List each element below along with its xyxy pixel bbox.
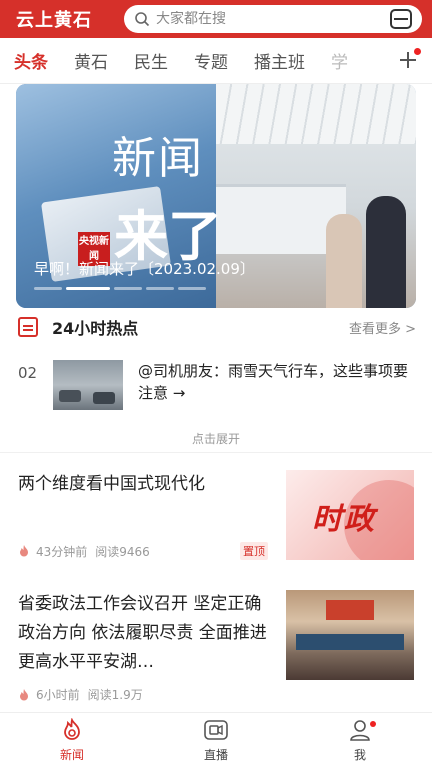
news-reads: 阅读9466 xyxy=(95,544,150,559)
bottom-nav: 新闻 直播 我 xyxy=(0,712,432,768)
app-root: 云上黄石 头条 黄石 民生 专题 播主班 学 新闻 来了 央视新闻 早啊 xyxy=(0,0,432,768)
news-title: 省委政法工作会议召开 坚定正确政治方向 依法履职尽责 全面推进更高水平平安湖… xyxy=(18,594,267,672)
pinned-badge: 置顶 xyxy=(240,542,268,560)
add-channel-icon[interactable] xyxy=(398,48,421,70)
tab-topics[interactable]: 专题 xyxy=(194,48,228,73)
divider xyxy=(0,452,432,453)
carousel-dot xyxy=(34,287,62,290)
search-input[interactable] xyxy=(156,11,390,27)
tab-huangshi[interactable]: 黄石 xyxy=(74,48,108,73)
news-thumbnail: 时政 xyxy=(286,470,414,560)
scan-menu-icon[interactable] xyxy=(390,9,412,29)
see-more-link[interactable]: 查看更多 > xyxy=(349,318,416,337)
search-icon xyxy=(135,12,150,27)
news-time: 6小时前 xyxy=(36,688,80,702)
notification-dot xyxy=(370,721,376,727)
hot-list-item[interactable]: 02 @司机朋友：雨雪天气行车，这些事项要注意 → xyxy=(18,358,416,414)
news-meta: 43分钟前 阅读9466 置顶 xyxy=(18,542,268,560)
hot-item-title: @司机朋友：雨雪天气行车，这些事项要注意 → xyxy=(138,362,409,402)
hot-list-icon xyxy=(18,317,38,337)
user-icon xyxy=(350,720,370,741)
meeting-backdrop xyxy=(326,600,374,620)
carousel-dot-active xyxy=(66,287,110,290)
search-bar[interactable] xyxy=(124,5,422,33)
tab-livelihood[interactable]: 民生 xyxy=(134,48,168,73)
news-flame-icon xyxy=(64,718,80,740)
news-title: 两个维度看中国式现代化 xyxy=(18,474,205,494)
channel-tabs: 头条 黄石 民生 专题 播主班 学 xyxy=(0,38,432,84)
tab-anchor-class[interactable]: 播主班 xyxy=(254,48,305,73)
nav-me-label: 我 xyxy=(353,748,366,762)
notification-dot xyxy=(414,48,421,55)
app-title: 云上黄石 xyxy=(16,10,92,31)
carousel-dot xyxy=(146,287,174,290)
carousel-dot xyxy=(178,287,206,290)
tab-headline[interactable]: 头条 xyxy=(14,48,48,73)
nav-news[interactable]: 新闻 xyxy=(0,713,144,768)
top-header: 云上黄石 xyxy=(0,0,432,38)
video-camera-icon xyxy=(204,720,228,740)
thumbnail-text: 时政 xyxy=(312,502,376,537)
meeting-table xyxy=(296,634,404,650)
nav-news-label: 新闻 xyxy=(59,748,84,762)
news-thumbnail xyxy=(286,590,414,680)
banner-carousel[interactable]: 新闻 来了 央视新闻 早啊！新闻来了〔2023.02.09〕 xyxy=(16,84,416,308)
news-meta: 6小时前 阅读1.9万 xyxy=(18,686,268,703)
hall-ceiling xyxy=(216,84,416,144)
person-figure xyxy=(366,196,406,308)
news-item[interactable]: 两个维度看中国式现代化 43分钟前 阅读9466 置顶 时政 xyxy=(18,470,414,562)
hot-section-title: 24小时热点 xyxy=(52,319,139,338)
fire-icon xyxy=(20,688,28,700)
expand-button[interactable]: 点击展开 xyxy=(0,430,432,447)
hot-thumbnail xyxy=(53,360,123,410)
nav-live[interactable]: 直播 xyxy=(144,713,288,768)
banner-big-text-1: 新闻 xyxy=(112,133,204,184)
banner-caption: 早啊！新闻来了〔2023.02.09〕 xyxy=(34,260,255,278)
hot-rank: 02 xyxy=(18,364,38,382)
news-reads: 阅读1.9万 xyxy=(87,688,143,702)
news-time: 43分钟前 xyxy=(36,544,88,559)
news-item[interactable]: 省委政法工作会议召开 坚定正确政治方向 依法履职尽责 全面推进更高水平平安湖… … xyxy=(18,590,414,706)
nav-me[interactable]: 我 xyxy=(288,713,432,768)
hot-section-header: 24小时热点 查看更多 > xyxy=(18,314,416,340)
carousel-dot xyxy=(114,287,142,290)
nav-live-label: 直播 xyxy=(203,748,228,762)
person-figure xyxy=(326,214,362,308)
carousel-indicator xyxy=(34,287,206,290)
fire-icon xyxy=(20,545,28,557)
tab-study[interactable]: 学 xyxy=(331,48,348,73)
